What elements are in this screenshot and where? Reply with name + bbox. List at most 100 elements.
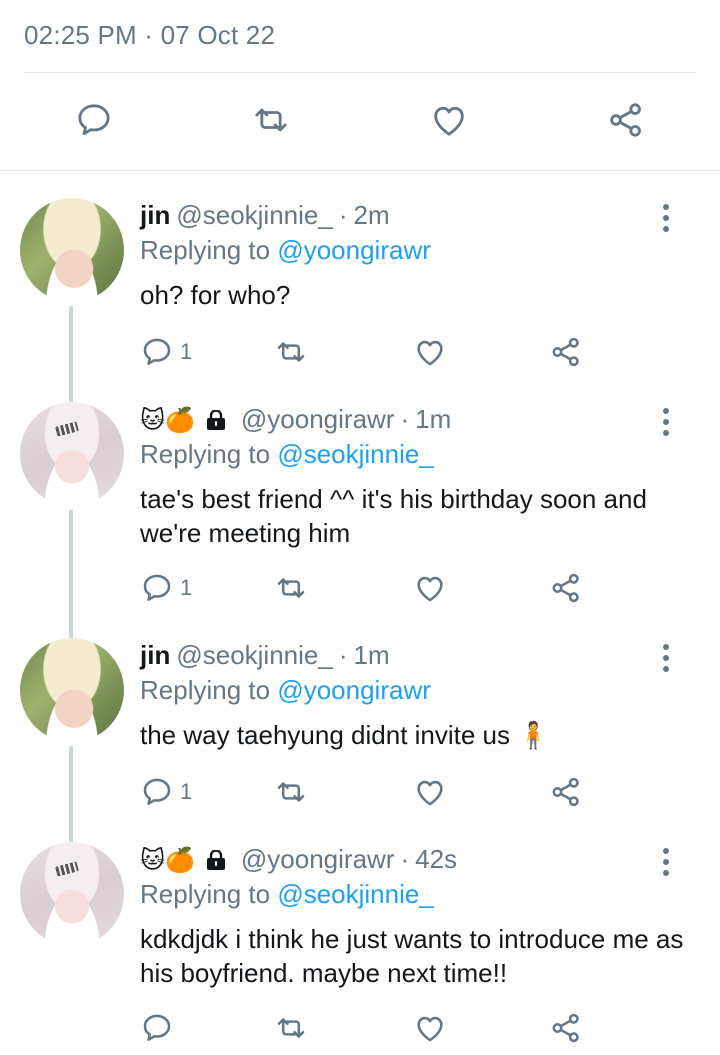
separator: · [400,404,410,434]
reply-icon [143,338,171,365]
replying-to: Replying to @yoongirawr [140,675,431,706]
retweet-icon [277,578,305,598]
replying-label: Replying to [140,675,271,705]
more-icon [663,848,669,854]
retweet-button[interactable] [249,98,293,142]
retweet-icon [255,108,287,132]
reply-button[interactable]: 1 [140,568,192,608]
retweet-button[interactable] [274,568,308,608]
replying-label: Replying to [140,235,271,265]
user-handle[interactable]: @yoongirawr [241,404,395,435]
avatar[interactable] [20,402,124,506]
user-handle[interactable]: @seokjinnie_ [176,200,332,231]
main-tweet-actions [0,98,720,148]
retweet-icon [277,342,305,362]
reply-tweet[interactable]: 🐱🍊 @yoongirawr · 1m Replying to @seokjin… [0,402,720,614]
share-icon [552,1013,579,1043]
reply-count: 1 [180,575,193,600]
reply-button[interactable]: 1 [140,772,192,812]
more-options-button[interactable] [658,202,674,234]
tweet-timestamp: 02:25 PM · 07 Oct 22 [24,20,276,50]
lock-icon [206,409,225,430]
reply-text: the way taehyung didnt invite us 🧍 [140,720,550,750]
like-button[interactable] [413,568,447,608]
retweet-icon [277,1018,305,1038]
reply-button[interactable]: 1 [140,332,192,372]
like-button[interactable] [413,772,447,812]
mention-link[interactable]: @yoongirawr [277,675,431,705]
separator: · [338,200,348,230]
more-options-button[interactable] [658,846,674,878]
display-name[interactable]: jin [140,200,170,231]
like-button[interactable] [427,98,471,142]
more-icon [663,644,669,650]
share-button[interactable] [549,772,583,812]
reply-time: 42s [415,844,458,874]
avatar[interactable] [20,842,124,946]
reply-actions [0,1008,720,1048]
mention-link[interactable]: @yoongirawr [277,235,431,265]
share-icon [610,103,641,137]
avatar[interactable] [20,638,124,742]
like-icon [417,576,443,602]
display-name[interactable]: jin [140,640,170,671]
share-icon [552,777,579,807]
reply-time: 2m [353,200,390,230]
reply-count: 1 [180,779,193,804]
divider [24,72,696,73]
reply-text: tae's best friend ^^ it's his birthday s… [140,484,647,548]
display-name[interactable]: 🐱🍊 [140,848,227,872]
like-button[interactable] [413,332,447,372]
retweet-button[interactable] [274,332,308,372]
retweet-button[interactable] [274,772,308,812]
like-button[interactable] [413,1008,447,1048]
separator: · [400,844,410,874]
more-options-button[interactable] [658,406,674,438]
reply-text: oh? for who? [140,280,291,310]
reply-tweet[interactable]: jin @seokjinnie_ · 1m Replying to @yoong… [0,638,720,818]
more-icon [663,204,669,210]
reply-icon [143,778,171,805]
reply-icon [143,1014,171,1041]
reply-button[interactable] [72,98,116,142]
lock-icon [206,849,225,870]
avatar[interactable] [20,198,124,302]
user-handle[interactable]: @yoongirawr [241,844,395,875]
reply-count: 1 [180,339,193,364]
reply-header: 🐱🍊 @yoongirawr · 1m [140,404,451,435]
mention-link[interactable]: @seokjinnie_ [277,439,433,469]
share-button[interactable] [549,1008,583,1048]
retweet-button[interactable] [274,1008,308,1048]
retweet-icon [277,782,305,802]
reply-header: 🐱🍊 @yoongirawr · 42s [140,844,457,875]
reply-tweet[interactable]: jin @seokjinnie_ · 2m Replying to @yoong… [0,198,720,378]
like-icon [417,340,443,366]
reply-actions: 1 [0,568,720,608]
separator: · [338,640,348,670]
mention-link[interactable]: @seokjinnie_ [277,879,433,909]
share-button[interactable] [549,568,583,608]
reply-actions: 1 [0,772,720,812]
replying-to: Replying to @yoongirawr [140,235,431,266]
share-button[interactable] [604,98,648,142]
share-icon [552,573,579,603]
user-handle[interactable]: @seokjinnie_ [176,640,332,671]
reply-time: 1m [353,640,390,670]
reply-header: jin @seokjinnie_ · 2m [140,200,390,231]
reply-actions: 1 [0,332,720,372]
name-emojis: 🐱🍊 [140,405,195,434]
reply-button[interactable] [140,1008,180,1048]
more-icon [663,408,669,414]
replying-to: Replying to @seokjinnie_ [140,439,434,470]
reply-header: jin @seokjinnie_ · 1m [140,640,390,671]
reply-tweet[interactable]: 🐱🍊 @yoongirawr · 42s Replying to @seokji… [0,842,720,1054]
like-icon [417,780,443,806]
replying-to: Replying to @seokjinnie_ [140,879,434,910]
display-name[interactable]: 🐱🍊 [140,408,227,432]
reply-icon [143,574,171,601]
share-button[interactable] [549,332,583,372]
more-options-button[interactable] [658,642,674,674]
share-icon [552,337,579,367]
reply-icon [78,104,110,136]
reply-time: 1m [415,404,452,434]
